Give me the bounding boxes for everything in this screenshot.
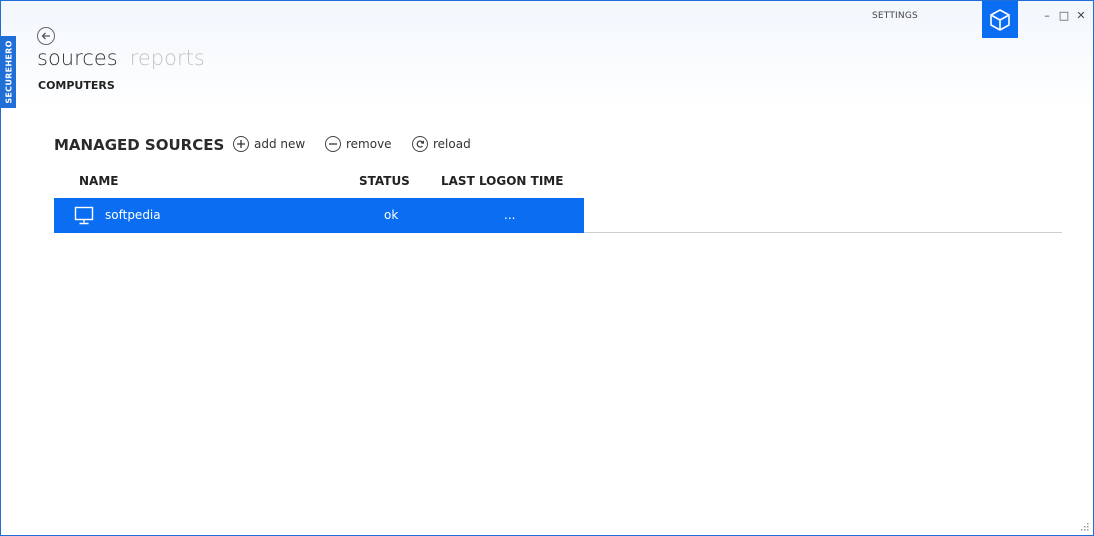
minimize-button[interactable]: – (1041, 9, 1053, 23)
settings-link[interactable]: SETTINGS (872, 11, 918, 21)
side-tab-label: SECUREHERO (4, 40, 13, 104)
add-new-label: add new (254, 137, 306, 151)
cube-button[interactable] (982, 1, 1018, 38)
securehero-side-tab[interactable]: SECUREHERO (1, 36, 16, 108)
cube-icon (990, 8, 1010, 31)
plus-icon (233, 136, 249, 152)
close-button[interactable]: ✕ (1075, 9, 1087, 23)
reload-label: reload (433, 137, 471, 151)
column-header-status[interactable]: STATUS (359, 174, 410, 188)
column-header-name[interactable]: NAME (79, 174, 118, 188)
sub-tab-computers[interactable]: COMPUTERS (38, 79, 115, 92)
reload-button[interactable]: reload (412, 136, 471, 152)
remove-button[interactable]: remove (325, 136, 392, 152)
window-controls: – □ ✕ (1041, 9, 1087, 23)
row-name: softpedia (105, 208, 161, 222)
app-window: SECUREHERO SETTINGS – □ ✕ sources report… (0, 0, 1094, 536)
reload-icon (412, 136, 428, 152)
back-button[interactable] (37, 27, 55, 45)
maximize-button[interactable]: □ (1058, 9, 1070, 23)
resize-grip-icon[interactable] (1080, 522, 1089, 531)
table-row[interactable]: softpedia ok ... (54, 198, 584, 233)
monitor-icon (74, 206, 94, 225)
nav-tabs: sources reports (37, 46, 205, 70)
row-last-logon: ... (504, 208, 516, 222)
table-divider (584, 232, 1062, 233)
column-header-last-logon[interactable]: LAST LOGON TIME (441, 174, 563, 188)
tab-sources[interactable]: sources (37, 46, 118, 70)
tab-reports[interactable]: reports (130, 46, 205, 70)
remove-label: remove (346, 137, 392, 151)
arrow-left-icon (41, 32, 50, 40)
row-status: ok (384, 208, 399, 222)
section-title: MANAGED SOURCES (54, 136, 225, 154)
add-new-button[interactable]: add new (233, 136, 305, 152)
minus-icon (325, 136, 341, 152)
